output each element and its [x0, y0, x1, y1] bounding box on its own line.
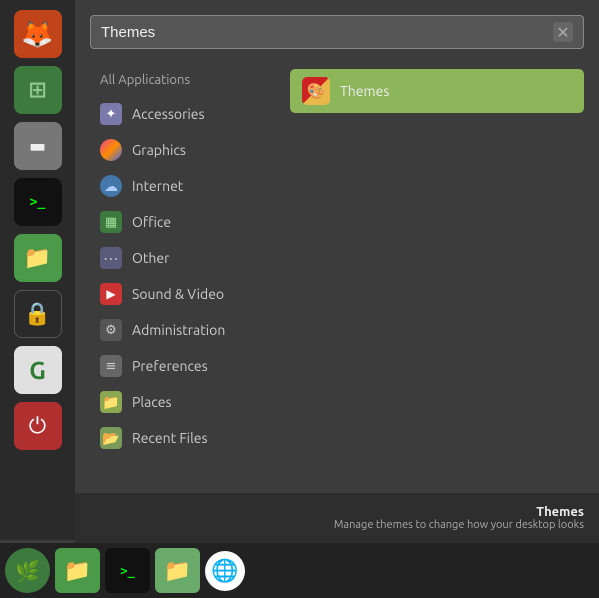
- all-apps-label[interactable]: All Applications: [90, 69, 280, 95]
- nav-item-preferences[interactable]: ≡ Preferences: [90, 349, 280, 383]
- nav-item-administration[interactable]: ⚙ Administration: [90, 313, 280, 347]
- main-content: ✕ All Applications ✦ Accessories Graphic…: [75, 0, 599, 543]
- places-icon: 📁: [100, 391, 122, 413]
- recent-files-label: Recent Files: [132, 430, 208, 446]
- graphics-label: Graphics: [132, 142, 186, 158]
- sidebar-icon-apps[interactable]: ⊞: [14, 66, 62, 114]
- internet-icon: ☁: [100, 175, 122, 197]
- nav-item-office[interactable]: ▦ Office: [90, 205, 280, 239]
- sidebar-icon-files[interactable]: 📁: [14, 234, 62, 282]
- taskbar-chrome-icon[interactable]: 🌐: [205, 551, 245, 591]
- places-label: Places: [132, 394, 172, 410]
- status-description: Manage themes to change how your desktop…: [334, 519, 584, 531]
- nav-item-places[interactable]: 📁 Places: [90, 385, 280, 419]
- sidebar-icon-firefox[interactable]: 🦊: [14, 10, 62, 58]
- administration-icon: ⚙: [100, 319, 122, 341]
- nav-item-other[interactable]: ⋯ Other: [90, 241, 280, 275]
- sidebar-icon-terminal[interactable]: >_: [14, 178, 62, 226]
- sound-video-label: Sound & Video: [132, 286, 224, 302]
- results-column: 🎨 Themes: [280, 69, 584, 455]
- taskbar-terminal-icon[interactable]: >_: [105, 548, 150, 593]
- sidebar-icon-keylock[interactable]: 🔒: [14, 290, 62, 338]
- internet-label: Internet: [132, 178, 183, 194]
- other-label: Other: [132, 250, 169, 266]
- result-item-themes[interactable]: 🎨 Themes: [290, 69, 584, 113]
- sound-video-icon: ▶: [100, 283, 122, 305]
- office-icon: ▦: [100, 211, 122, 233]
- nav-item-internet[interactable]: ☁ Internet: [90, 169, 280, 203]
- status-bar: Themes Manage themes to change how your …: [75, 493, 599, 543]
- nav-item-recent-files[interactable]: 📂 Recent Files: [90, 421, 280, 455]
- status-title: Themes: [536, 505, 584, 519]
- nav-item-accessories[interactable]: ✦ Accessories: [90, 97, 280, 131]
- other-icon: ⋯: [100, 247, 122, 269]
- taskbar-files-icon[interactable]: 📁: [55, 548, 100, 593]
- office-label: Office: [132, 214, 171, 230]
- search-clear-button[interactable]: ✕: [553, 22, 573, 42]
- sidebar-icon-ui[interactable]: ▬: [14, 122, 62, 170]
- nav-item-sound-video[interactable]: ▶ Sound & Video: [90, 277, 280, 311]
- preferences-icon: ≡: [100, 355, 122, 377]
- taskbar-files2-icon[interactable]: 📁: [155, 548, 200, 593]
- themes-result-icon: 🎨: [302, 77, 330, 105]
- recent-files-icon: 📂: [100, 427, 122, 449]
- taskbar-mint-button[interactable]: 🌿: [5, 548, 50, 593]
- taskbar: 🌿 📁 >_ 📁 🌐: [0, 543, 599, 598]
- content-columns: All Applications ✦ Accessories Graphics …: [90, 69, 584, 455]
- search-bar: ✕: [90, 15, 584, 49]
- accessories-label: Accessories: [132, 106, 205, 122]
- sidebar-icon-power[interactable]: ⏻: [14, 402, 62, 450]
- sidebar-icon-gtype[interactable]: G: [14, 346, 62, 394]
- accessories-icon: ✦: [100, 103, 122, 125]
- left-sidebar: 🦊 ⊞ ▬ >_ 📁 🔒 G ⏻: [0, 0, 75, 540]
- search-input[interactable]: [101, 24, 553, 41]
- administration-label: Administration: [132, 322, 225, 338]
- nav-item-graphics[interactable]: Graphics: [90, 133, 280, 167]
- preferences-label: Preferences: [132, 358, 208, 374]
- graphics-icon: [100, 139, 122, 161]
- themes-result-label: Themes: [340, 83, 389, 99]
- nav-column: All Applications ✦ Accessories Graphics …: [90, 69, 280, 455]
